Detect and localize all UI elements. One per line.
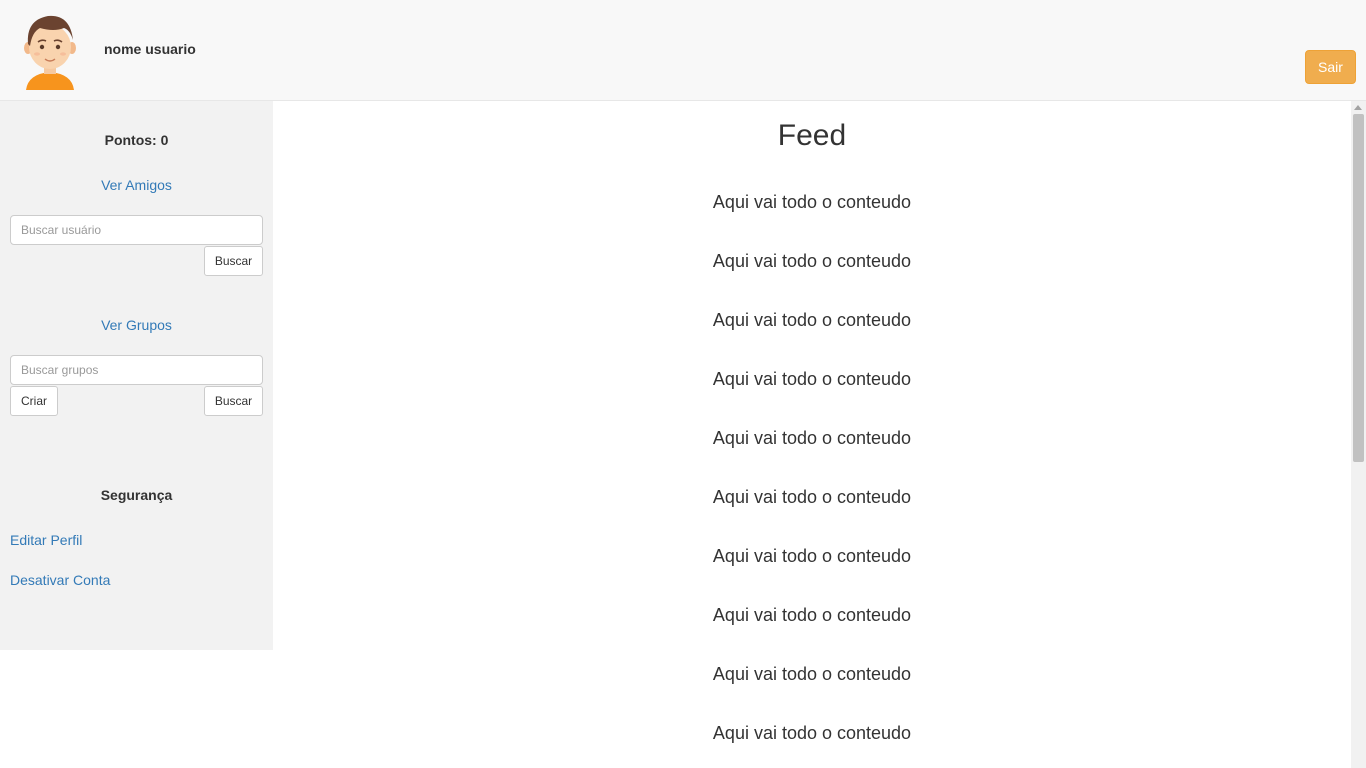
- group-search-button[interactable]: Buscar: [204, 386, 263, 416]
- sidebar-groups-row: Ver Grupos: [0, 317, 273, 333]
- points-label: Pontos: 0: [104, 132, 169, 148]
- scroll-up-arrow-icon[interactable]: [1354, 105, 1362, 110]
- view-friends-link[interactable]: Ver Amigos: [101, 177, 172, 193]
- deactivate-account-link[interactable]: Desativar Conta: [10, 572, 110, 588]
- sidebar: Pontos: 0 Ver Amigos Buscar Ver Grupos C…: [0, 101, 273, 650]
- feed-item: Aqui vai todo o conteudo: [712, 428, 912, 448]
- feed-title: Feed: [777, 119, 847, 152]
- top-navbar: nome usuario Sair: [0, 0, 1366, 101]
- feed-item: Aqui vai todo o conteudo: [712, 664, 912, 684]
- sidebar-friends-row: Ver Amigos: [0, 177, 273, 193]
- feed-item: Aqui vai todo o conteudo: [712, 605, 912, 625]
- create-group-button[interactable]: Criar: [10, 386, 58, 416]
- scrollbar-thumb[interactable]: [1353, 114, 1364, 462]
- user-avatar: [24, 15, 76, 90]
- edit-profile-link[interactable]: Editar Perfil: [10, 532, 82, 548]
- feed-item: Aqui vai todo o conteudo: [712, 369, 912, 389]
- group-search-input[interactable]: [10, 355, 263, 385]
- security-heading: Segurança: [100, 487, 173, 503]
- logout-button[interactable]: Sair: [1305, 50, 1356, 84]
- user-search-button[interactable]: Buscar: [204, 246, 263, 276]
- feed-panel: Feed Aqui vai todo o conteudo Aqui vai t…: [273, 101, 1351, 768]
- user-search-input[interactable]: [10, 215, 263, 245]
- feed-item: Aqui vai todo o conteudo: [712, 723, 912, 743]
- feed-item: Aqui vai todo o conteudo: [712, 546, 912, 566]
- feed-item: Aqui vai todo o conteudo: [712, 310, 912, 330]
- feed-item: Aqui vai todo o conteudo: [712, 251, 912, 271]
- feed-item: Aqui vai todo o conteudo: [712, 487, 912, 507]
- vertical-scrollbar[interactable]: [1351, 101, 1366, 768]
- username-label: nome usuario: [104, 41, 196, 57]
- view-groups-link[interactable]: Ver Grupos: [101, 317, 172, 333]
- feed-item: Aqui vai todo o conteudo: [712, 192, 912, 212]
